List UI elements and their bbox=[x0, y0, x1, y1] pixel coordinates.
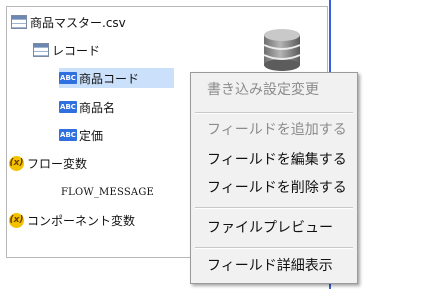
abc-type-icon: ABC bbox=[59, 101, 77, 113]
tree-root-file[interactable]: 商品マスター.csv bbox=[11, 12, 126, 32]
menu-separator bbox=[195, 247, 353, 249]
tree-field-item-selected[interactable]: ABC 商品コード bbox=[59, 68, 174, 88]
menu-item-delete-field[interactable]: フィールドを削除する bbox=[207, 177, 347, 199]
menu-separator bbox=[195, 112, 353, 114]
context-menu[interactable]: 書き込み設定変更 フィールドを追加する フィールドを編集する フィールドを削除す… bbox=[190, 72, 358, 284]
tree-record-node[interactable]: レコード bbox=[33, 40, 100, 60]
table-icon bbox=[33, 43, 49, 57]
menu-item-edit-field[interactable]: フィールドを編集する bbox=[207, 149, 347, 171]
tree-component-variables[interactable]: (x) コンポーネント変数 bbox=[9, 210, 135, 230]
menu-item-file-preview[interactable]: ファイルプレビュー bbox=[207, 217, 333, 239]
menu-item-field-details[interactable]: フィールド詳細表示 bbox=[207, 255, 333, 277]
tree-record-label: レコード bbox=[52, 43, 101, 58]
abc-type-icon: ABC bbox=[59, 72, 77, 84]
tree-flow-message[interactable]: FLOW_MESSAGE bbox=[61, 182, 154, 202]
abc-type-icon: ABC bbox=[59, 129, 77, 141]
tree-field-label: 商品名 bbox=[79, 100, 116, 115]
menu-item-add-field[interactable]: フィールドを追加する bbox=[207, 119, 347, 141]
tree-root-label: 商品マスター.csv bbox=[30, 15, 126, 30]
tree-flow-variables-label: フロー変数 bbox=[27, 156, 88, 171]
variable-icon: (x) bbox=[9, 212, 24, 228]
tree-field-item[interactable]: ABC 定価 bbox=[59, 125, 103, 145]
menu-item-write-settings[interactable]: 書き込み設定変更 bbox=[207, 79, 319, 101]
tree-field-label: 定価 bbox=[79, 128, 104, 143]
variable-icon: (x) bbox=[9, 155, 24, 171]
tree-field-item[interactable]: ABC 商品名 bbox=[59, 97, 115, 117]
menu-separator bbox=[195, 207, 353, 209]
tree-field-label: 商品コード bbox=[79, 71, 140, 86]
tree-component-variables-label: コンポーネント変数 bbox=[27, 213, 136, 228]
tree-flow-message-label: FLOW_MESSAGE bbox=[61, 186, 155, 198]
table-icon bbox=[11, 15, 27, 29]
tree-flow-variables[interactable]: (x) フロー変数 bbox=[9, 153, 87, 173]
database-icon bbox=[263, 29, 301, 71]
